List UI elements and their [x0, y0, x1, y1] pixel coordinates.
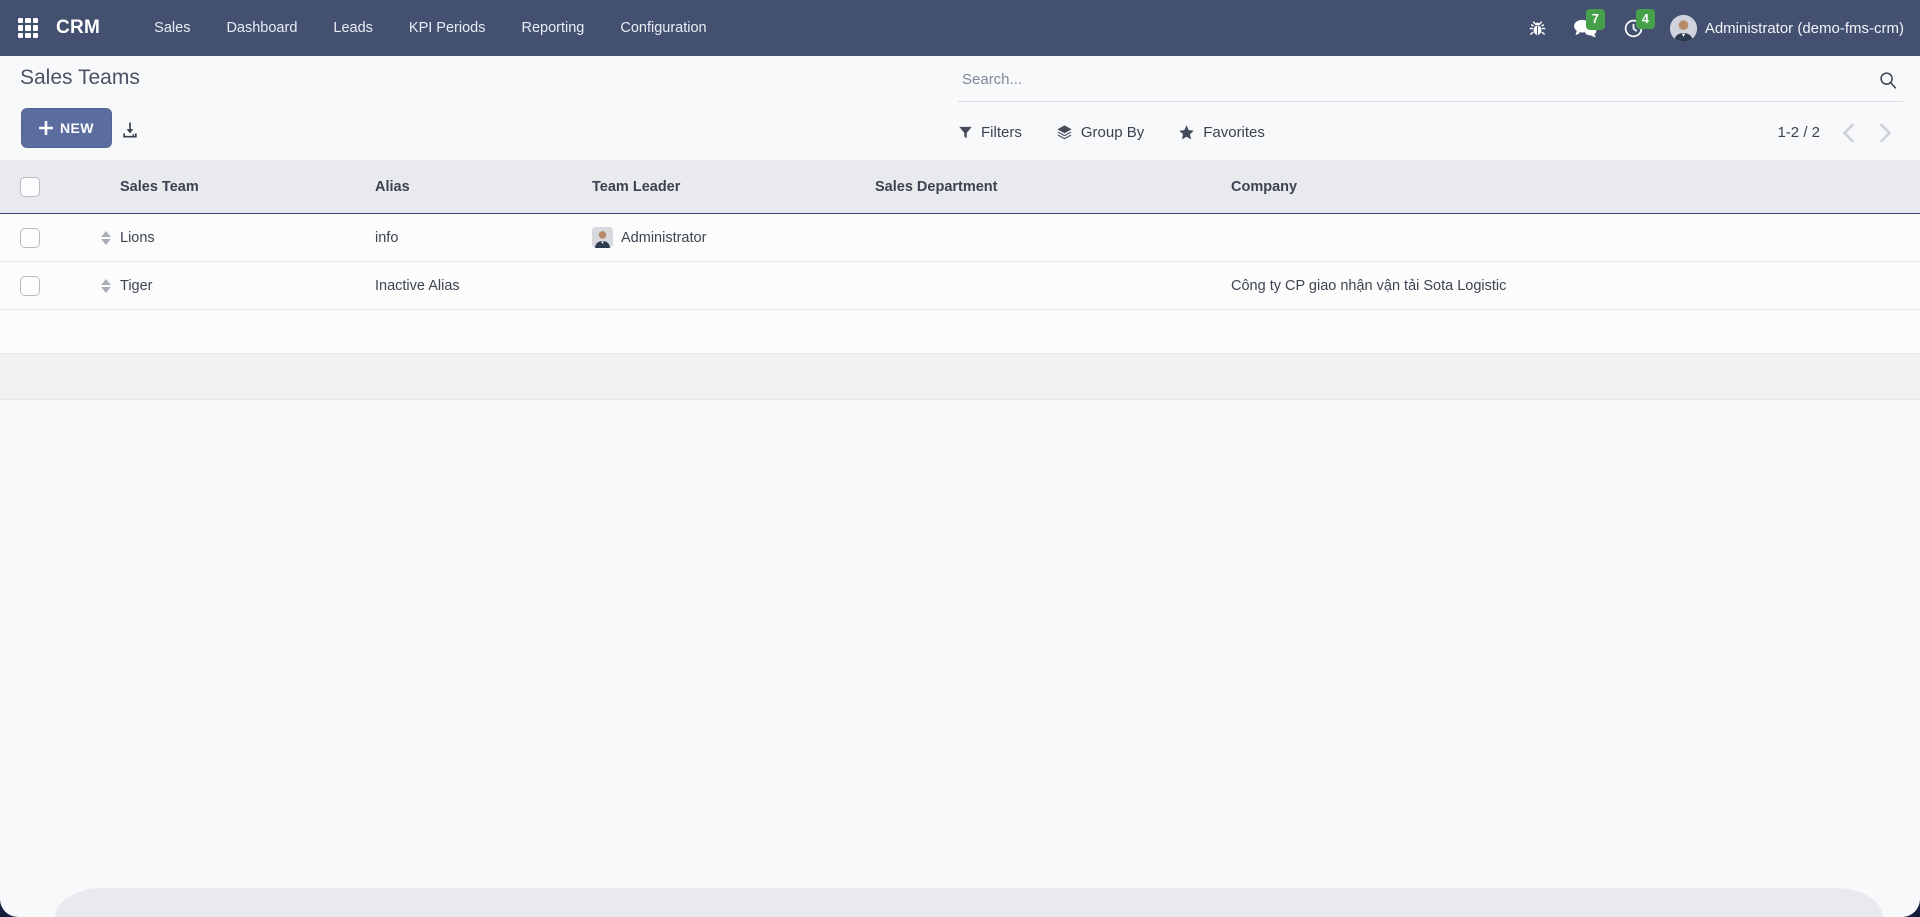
- column-header-alias[interactable]: Alias: [375, 179, 592, 195]
- app-name[interactable]: CRM: [56, 17, 100, 39]
- window-corner-left: [0, 899, 18, 917]
- user-menu[interactable]: Administrator (demo-fms-crm): [1669, 14, 1904, 42]
- row-drag-handle-icon[interactable]: [101, 230, 111, 245]
- row-checkbox[interactable]: [20, 227, 40, 248]
- row-drag-handle-icon[interactable]: [101, 278, 111, 293]
- menu-item-sales[interactable]: Sales: [140, 12, 204, 44]
- menu-item-dashboard[interactable]: Dashboard: [212, 12, 311, 44]
- main-menu: Sales Dashboard Leads KPI Periods Report…: [140, 12, 720, 44]
- star-icon: [1179, 125, 1195, 140]
- user-name-label: Administrator (demo-fms-crm): [1704, 19, 1904, 37]
- column-header-team-leader[interactable]: Team Leader: [592, 179, 875, 195]
- table-row-lions[interactable]: Lions info Administrator: [0, 214, 1920, 262]
- plus-icon: [39, 121, 53, 135]
- favorites-button[interactable]: Favorites: [1178, 124, 1265, 141]
- sales-teams-list: Sales Team Alias Team Leader Sales Depar…: [0, 160, 1920, 400]
- table-header-row: Sales Team Alias Team Leader Sales Depar…: [0, 160, 1920, 214]
- cell-sales-team: Tiger: [120, 277, 153, 294]
- column-header-company[interactable]: Company: [1231, 179, 1920, 195]
- apps-menu-icon[interactable]: [18, 18, 38, 38]
- search-facets: Filters Group By Favorites: [958, 105, 1265, 160]
- cell-team-leader: Administrator: [592, 227, 875, 248]
- team-leader-avatar: [592, 227, 613, 248]
- search-icon[interactable]: [1877, 69, 1899, 91]
- team-leader-name: Administrator: [621, 229, 707, 246]
- row-checkbox[interactable]: [20, 275, 40, 296]
- control-panel: NEW Filters Group By Favorites 1-2 / 2: [0, 105, 1920, 160]
- search-bar: [958, 58, 1903, 102]
- new-button[interactable]: NEW: [21, 108, 112, 148]
- pager-next-icon[interactable]: [1879, 123, 1892, 143]
- breadcrumb-row: Sales Teams: [0, 56, 1920, 105]
- empty-row: [0, 310, 1920, 354]
- table-row-tiger[interactable]: Tiger Inactive Alias Công ty CP giao nhậ…: [0, 262, 1920, 310]
- top-navbar: CRM Sales Dashboard Leads KPI Periods Re…: [0, 0, 1920, 56]
- menu-item-reporting[interactable]: Reporting: [507, 12, 598, 44]
- debug-bug-icon[interactable]: [1528, 19, 1547, 38]
- filters-button[interactable]: Filters: [958, 124, 1022, 141]
- messages-count-badge: 7: [1585, 9, 1605, 30]
- activities-count-badge: 4: [1635, 8, 1655, 29]
- user-avatar: [1669, 14, 1697, 42]
- pager-previous-icon[interactable]: [1842, 123, 1855, 143]
- menu-item-leads[interactable]: Leads: [319, 12, 387, 44]
- column-header-sales-department[interactable]: Sales Department: [875, 179, 1231, 195]
- pager: 1-2 / 2: [1777, 105, 1892, 160]
- table-footer: [0, 354, 1920, 400]
- layers-icon: [1057, 125, 1072, 140]
- messages-icon[interactable]: 7: [1573, 9, 1605, 38]
- bottom-overlay-band: [55, 888, 1883, 917]
- cell-company: Công ty CP giao nhận vận tải Sota Logist…: [1231, 277, 1507, 294]
- cell-alias: Inactive Alias: [375, 277, 460, 294]
- filter-funnel-icon: [959, 126, 972, 139]
- pager-range: 1-2 / 2: [1777, 124, 1820, 141]
- window-corner-right: [1902, 899, 1920, 917]
- group-by-button[interactable]: Group By: [1056, 124, 1144, 141]
- activities-clock-icon[interactable]: 4: [1623, 8, 1655, 39]
- export-download-icon[interactable]: [116, 116, 144, 144]
- search-input[interactable]: [958, 71, 1877, 88]
- menu-item-kpi-periods[interactable]: KPI Periods: [395, 12, 500, 44]
- cell-alias: info: [375, 229, 399, 246]
- page-title: Sales Teams: [20, 66, 140, 89]
- cell-sales-team: Lions: [120, 229, 155, 246]
- select-all-checkbox[interactable]: [20, 176, 40, 197]
- menu-item-configuration[interactable]: Configuration: [606, 12, 720, 44]
- column-header-sales-team[interactable]: Sales Team: [120, 179, 375, 195]
